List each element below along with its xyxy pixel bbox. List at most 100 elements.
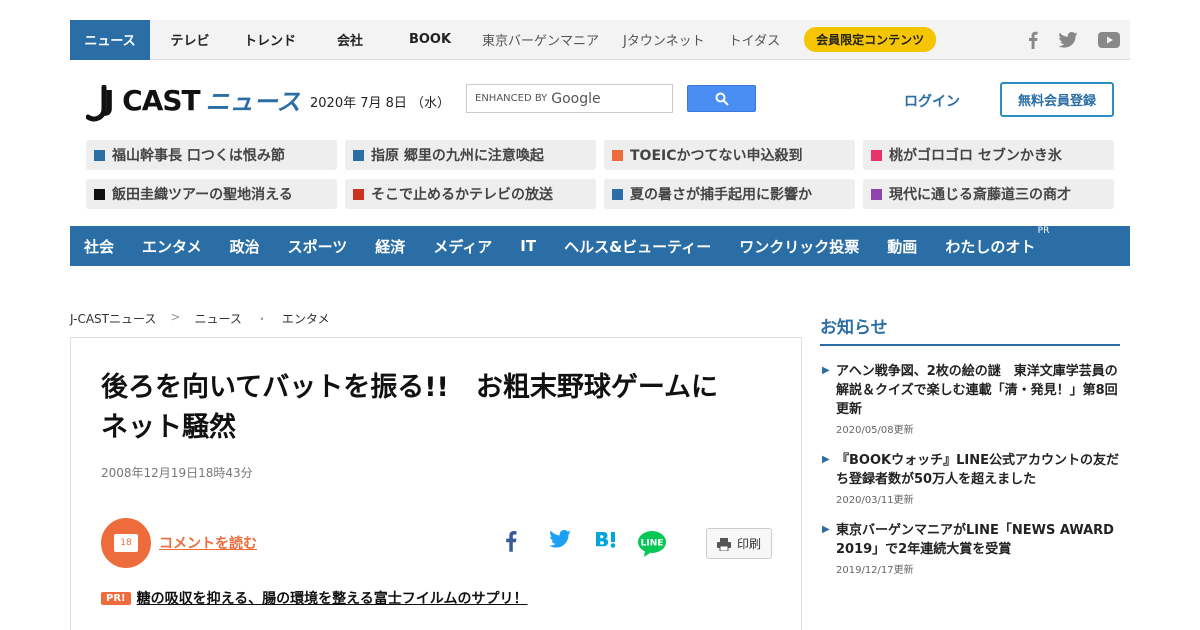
chip-text: そこで止めるかテレビの放送: [371, 187, 553, 203]
notice-text: 東京バーゲンマニアがLINE「NEWS AWARD 2019」で2年連続大賞を受…: [836, 523, 1114, 557]
pr-ad-link[interactable]: 糖の吸収を抑える、腸の環境を整える富士フイルムのサプリ！: [137, 588, 528, 608]
comment-count-badge[interactable]: 18: [101, 518, 151, 568]
list-item[interactable]: ▶ アヘン戦争図、2枚の絵の謎 東洋文庫学芸員の解説＆クイズで楽しむ連載「清・発…: [820, 362, 1120, 436]
member-content-button[interactable]: 会員限定コンテンツ: [804, 27, 937, 52]
notice-date: 2019/12/17更新: [836, 565, 914, 576]
chevron-right-icon: ▶: [822, 454, 830, 465]
chip-color-square: [871, 149, 882, 161]
category-one-click-vote[interactable]: ワンクリック投票: [739, 236, 859, 257]
facebook-share-icon[interactable]: [505, 530, 517, 552]
logo-jcast-text: J CAST: [104, 84, 201, 117]
comment-bubble-icon: 18: [114, 534, 138, 552]
youtube-icon[interactable]: [1098, 31, 1120, 48]
headline-chip[interactable]: そこで止めるかテレビの放送: [345, 179, 596, 209]
search-icon: [715, 92, 729, 106]
search-button[interactable]: [687, 85, 756, 112]
line-share-icon[interactable]: LINE: [637, 530, 667, 558]
search-enhanced-label: ENHANCED BY: [475, 93, 548, 104]
logo-news-text: ニュース: [205, 88, 301, 116]
pr-tag: PR!: [101, 591, 131, 605]
published-date: 2008年12月19日18時43分: [101, 466, 253, 480]
headline-chip[interactable]: 桃がゴロゴロ セブンかき氷: [863, 140, 1114, 170]
breadcrumb-entertainment[interactable]: エンタメ: [282, 310, 330, 327]
headline-chip[interactable]: 指原 郷里の九州に注意喚起: [345, 140, 596, 170]
category-entertainment[interactable]: エンタメ: [142, 236, 202, 257]
print-label: 印刷: [736, 537, 761, 551]
category-politics[interactable]: 政治: [230, 236, 260, 257]
breadcrumb-separator: >: [170, 310, 181, 324]
site-logo[interactable]: J CAST ニュース: [86, 82, 300, 123]
notices-heading: お知らせ: [820, 318, 888, 338]
article-title: 後ろを向いてバットを振る!! お粗末野球ゲームに ネット騒然: [101, 368, 771, 448]
social-links: [1028, 31, 1130, 49]
category-economy[interactable]: 経済: [375, 236, 405, 257]
chip-color-square: [353, 149, 364, 161]
category-label: わたしのオト: [945, 237, 1036, 256]
headline-chip[interactable]: TOEICかつてない申込殺到: [604, 140, 855, 170]
category-health-beauty[interactable]: ヘルス&ビューティー: [564, 236, 711, 257]
article-card: 後ろを向いてバットを振る!! お粗末野球ゲームに ネット騒然 2008年12月1…: [70, 337, 802, 630]
chip-color-square: [612, 188, 623, 200]
breadcrumb-news[interactable]: ニュース: [194, 310, 241, 327]
login-link[interactable]: ログイン: [904, 91, 960, 111]
breadcrumb-separator: ・: [255, 312, 268, 326]
category-sports[interactable]: スポーツ: [288, 236, 348, 257]
chip-color-square: [871, 188, 882, 200]
headline-chips: 福山幹事長 口つくは恨み節 指原 郷里の九州に注意喚起 TOEICかつてない申込…: [86, 140, 1114, 209]
category-watashi-no-oto[interactable]: わたしのオト PR: [945, 226, 1049, 257]
current-date: 2020年 7月 8日 （水）: [310, 96, 451, 111]
breadcrumb-home[interactable]: J-CASTニュース: [70, 310, 156, 327]
pr-ad-line: PR! 糖の吸収を抑える、腸の環境を整える富士フイルムのサプリ！: [101, 588, 527, 608]
read-comments-link[interactable]: コメントを読む: [159, 533, 257, 553]
chip-color-square: [94, 188, 105, 200]
search-google-label: Google: [551, 90, 601, 107]
chip-text: 桃がゴロゴロ セブンかき氷: [889, 148, 1062, 164]
headline-chip[interactable]: 現代に通じる斎藤道三の商才: [863, 179, 1114, 209]
chip-text: 指原 郷里の九州に注意喚起: [371, 148, 544, 164]
list-item[interactable]: ▶ 東京バーゲンマニアがLINE「NEWS AWARD 2019」で2年連続大賞…: [820, 521, 1120, 576]
tab-company[interactable]: 会社: [310, 20, 390, 60]
link-j-townnet[interactable]: Jタウンネット: [611, 20, 717, 60]
link-bargain-mania[interactable]: 東京バーゲンマニア: [470, 20, 611, 60]
link-toidas[interactable]: トイダス: [717, 20, 792, 60]
notice-text: アヘン戦争図、2枚の絵の謎 東洋文庫学芸員の解説＆クイズで楽しむ連載「清・発見！…: [836, 364, 1118, 417]
hatena-bookmark-icon[interactable]: [595, 530, 617, 550]
search-input[interactable]: ENHANCED BY Google: [466, 84, 673, 113]
facebook-icon[interactable]: [1028, 31, 1038, 49]
chip-color-square: [612, 149, 623, 161]
notices-list: ▶ アヘン戦争図、2枚の絵の謎 東洋文庫学芸員の解説＆クイズで楽しむ連載「清・発…: [820, 362, 1120, 591]
notice-date: 2020/03/11更新: [836, 495, 914, 506]
chip-text: 夏の暑さが捕手起用に影響か: [630, 187, 812, 203]
chevron-right-icon: ▶: [822, 524, 830, 535]
print-button[interactable]: 印刷: [706, 528, 772, 559]
tab-book[interactable]: BOOK: [390, 20, 470, 60]
tab-trend[interactable]: トレンド: [230, 20, 310, 60]
pr-badge: PR: [1037, 225, 1050, 236]
category-video[interactable]: 動画: [887, 236, 917, 257]
category-media[interactable]: メディア: [433, 236, 492, 257]
article-title-line1: 後ろを向いてバットを振る!! お粗末野球ゲームに: [101, 372, 719, 403]
svg-text:LINE: LINE: [641, 539, 664, 549]
top-nav: ニュース テレビ トレンド 会社 BOOK 東京バーゲンマニア Jタウンネット …: [70, 19, 1130, 60]
chip-color-square: [353, 188, 364, 200]
category-nav: 社会 エンタメ 政治 スポーツ 経済 メディア IT ヘルス&ビューティー ワン…: [70, 226, 1130, 266]
tab-tv[interactable]: テレビ: [150, 20, 230, 60]
twitter-share-icon[interactable]: [549, 530, 571, 548]
article-title-line2: ネット騒然: [101, 412, 236, 443]
register-button[interactable]: 無料会員登録: [1000, 82, 1114, 117]
chip-text: 飯田圭織ツアーの聖地消える: [112, 187, 293, 203]
chip-color-square: [94, 149, 105, 161]
headline-chip[interactable]: 飯田圭織ツアーの聖地消える: [86, 179, 337, 209]
category-it[interactable]: IT: [520, 237, 536, 255]
comment-count: 18: [120, 538, 132, 548]
twitter-icon[interactable]: [1058, 31, 1078, 48]
tab-news[interactable]: ニュース: [70, 19, 150, 60]
notices-divider: [820, 344, 1120, 346]
chip-text: 福山幹事長 口つくは恨み節: [112, 148, 285, 164]
list-item[interactable]: ▶ 『BOOKウォッチ』LINE公式アカウントの友だち登録者数が50万人を超えま…: [820, 451, 1120, 506]
headline-chip[interactable]: 福山幹事長 口つくは恨み節: [86, 140, 337, 170]
chip-text: TOEICかつてない申込殺到: [630, 148, 803, 164]
notice-text: 『BOOKウォッチ』LINE公式アカウントの友だち登録者数が50万人を超えました: [836, 453, 1119, 487]
category-society[interactable]: 社会: [84, 236, 114, 257]
headline-chip[interactable]: 夏の暑さが捕手起用に影響か: [604, 179, 855, 209]
